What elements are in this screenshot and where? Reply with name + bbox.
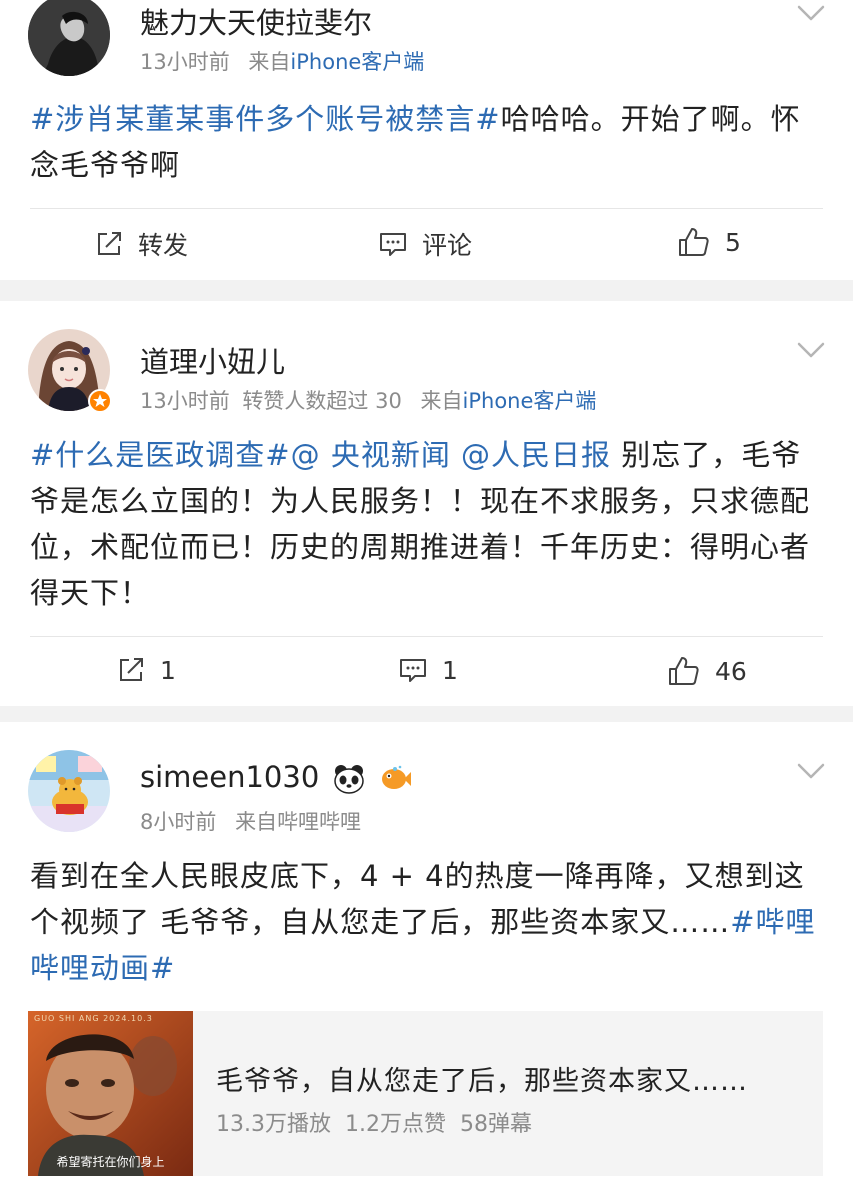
video-thumbnail[interactable]: GUO SHI ANG 2024.10.3 希望寄托在你们身上: [28, 1011, 193, 1176]
video-title[interactable]: 毛爷爷，自从您走了后，那些资本家又……: [216, 1059, 748, 1098]
post-source[interactable]: iPhone客户端: [290, 50, 424, 74]
post-time: 13小时前: [140, 50, 230, 74]
avatar[interactable]: [28, 750, 110, 832]
post-source[interactable]: 哔哩哔哩: [277, 810, 361, 834]
like-button[interactable]: 5: [677, 226, 741, 258]
video-stats: 13.3万播放 1.2万点赞 58弹幕: [216, 1106, 546, 1138]
video-likes: 1.2万点赞: [345, 1112, 446, 1137]
post-text: #涉肖某董某事件多个账号被禁言#哈哈哈。开始了啊。怀念毛爷爷啊: [30, 96, 830, 188]
thumbnail-header-text: GUO SHI ANG 2024.10.3: [34, 1014, 153, 1023]
comment-label: 评论: [422, 231, 473, 260]
mention[interactable]: @ 央视新闻: [291, 438, 451, 472]
comment-icon: [400, 659, 426, 682]
avatar-dark-silhouette-icon: [28, 0, 110, 76]
vip-badge-icon: [88, 389, 112, 413]
like-icon: [669, 657, 699, 685]
post-card: 魅力大天使拉斐尔 13小时前 来自iPhone客户端 #涉肖某董某事件多个账号被…: [0, 0, 853, 280]
video-plays: 13.3万播放: [216, 1112, 331, 1137]
source-prefix: 来自: [235, 810, 278, 834]
post-meta: 8小时前 来自哔哩哔哩: [140, 806, 361, 836]
comment-button[interactable]: 1: [398, 655, 458, 685]
divider: [30, 208, 823, 209]
username[interactable]: simeen1030: [140, 760, 412, 794]
like-count: 46: [715, 656, 747, 686]
mention[interactable]: @人民日报: [461, 438, 611, 472]
thumbnail-caption: 希望寄托在你们身上: [56, 1155, 165, 1169]
video-card[interactable]: GUO SHI ANG 2024.10.3 希望寄托在你们身上 毛爷爷，自从您走…: [28, 1011, 823, 1176]
like-icon: [679, 228, 709, 256]
fish-emoji-icon: [381, 765, 411, 789]
repost-icon: [98, 232, 121, 255]
comment-icon: [380, 233, 406, 256]
post-meta: 13小时前 转赞人数超过 30 来自iPhone客户端: [140, 385, 596, 415]
source-prefix: 来自: [248, 50, 291, 74]
post-extra: 转赞人数超过 30: [242, 389, 402, 413]
hashtag[interactable]: #涉肖某董某事件多个账号被禁言#: [30, 102, 501, 136]
post-card: simeen1030 8小时前 来自哔哩哔哩 看到在全人民眼皮底下，4 + 4的…: [0, 722, 853, 1200]
comment-count: 1: [442, 655, 458, 685]
post-meta: 13小时前 来自iPhone客户端: [140, 46, 424, 76]
username[interactable]: 道理小妞儿: [140, 339, 285, 381]
repost-icon: [120, 658, 143, 681]
chevron-down-icon[interactable]: [797, 762, 825, 780]
post-card: 道理小妞儿 13小时前 转赞人数超过 30 来自iPhone客户端 #什么是医政…: [0, 301, 853, 706]
post-body: 看到在全人民眼皮底下，4 + 4的热度一降再降，又想到这个视频了 毛爷爷，自从您…: [30, 859, 805, 939]
post-source[interactable]: iPhone客户端: [463, 389, 597, 413]
hashtag[interactable]: #什么是医政调查#: [30, 438, 291, 472]
chevron-down-icon[interactable]: [797, 341, 825, 359]
username-text: simeen1030: [140, 760, 320, 794]
divider: [30, 636, 823, 637]
video-thumbnail-image: [28, 1011, 193, 1176]
post-time: 8小时前: [140, 810, 217, 834]
video-danmaku: 58弹幕: [460, 1112, 532, 1137]
chevron-down-icon[interactable]: [797, 4, 825, 22]
like-count: 5: [725, 227, 741, 257]
like-button[interactable]: 46: [667, 655, 747, 687]
panda-emoji-icon: [333, 765, 364, 794]
repost-count: 1: [160, 655, 176, 685]
repost-button[interactable]: 1: [116, 655, 176, 685]
post-time: 13小时前: [140, 389, 230, 413]
post-text: #什么是医政调查#@ 央视新闻 @人民日报 别忘了，毛爷爷是怎么立国的！为人民服…: [30, 432, 830, 616]
post-text: 看到在全人民眼皮底下，4 + 4的热度一降再降，又想到这个视频了 毛爷爷，自从您…: [30, 853, 830, 991]
repost-label: 转发: [138, 231, 189, 260]
avatar[interactable]: [28, 0, 110, 76]
username[interactable]: 魅力大天使拉斐尔: [140, 0, 372, 42]
avatar-cartoon-bear-icon: [28, 750, 110, 832]
comment-button[interactable]: 评论: [378, 226, 472, 262]
source-prefix: 来自: [420, 389, 463, 413]
repost-button[interactable]: 转发: [94, 226, 188, 262]
